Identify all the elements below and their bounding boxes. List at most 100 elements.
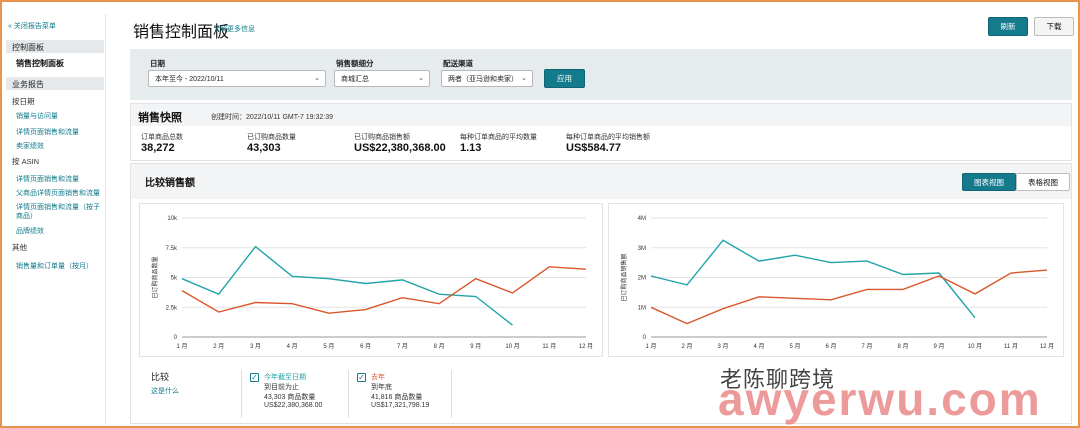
chevron-down-icon: ⌄	[521, 75, 527, 82]
sidebar-item-sales-traffic[interactable]: 销量与访问量	[16, 112, 104, 121]
filter-bar: 日期 本年至今 - 2022/10/11 ⌄ 销售额细分 商城汇总 ⌄ 配送渠道…	[130, 49, 1072, 100]
x-tick-label: 12 月	[579, 343, 593, 350]
chevron-down-icon: ⌄	[314, 75, 320, 82]
compare-title: 比较销售额	[145, 178, 195, 189]
sidebar-item-detail-page-sales[interactable]: 详情页面销售和流量	[16, 128, 104, 137]
breakdown-value: 商城汇总	[341, 76, 369, 83]
x-tick-label: 10 月	[505, 343, 519, 350]
series-line-0	[181, 245, 513, 326]
sidebar-group-other: 其他	[12, 243, 27, 252]
y-tick-label: 10k	[167, 216, 178, 222]
x-tick-label: 2 月	[213, 343, 224, 350]
x-tick-label: 9 月	[470, 343, 481, 350]
x-tick-label: 3 月	[250, 343, 261, 350]
snapshot-title: 销售快照	[138, 112, 182, 124]
x-tick-label: 11 月	[542, 343, 556, 350]
sidebar-item-brand-performance[interactable]: 品牌绩效	[16, 227, 104, 236]
chart-view-button[interactable]: 图表视图	[962, 173, 1016, 191]
learn-more-link[interactable]: 了解更多信息	[213, 24, 255, 34]
series-line-0	[650, 239, 976, 319]
x-tick-label: 2 月	[681, 343, 692, 350]
metric-label-avg-sales: 每种订单商品的平均销售额	[566, 134, 650, 141]
x-tick-label: 3 月	[717, 343, 728, 350]
x-tick-label: 1 月	[176, 343, 187, 350]
sidebar-section-dashboard[interactable]: 控制面板	[6, 40, 104, 53]
x-tick-label: 9 月	[933, 343, 944, 350]
this-year-checkbox[interactable]: ✓	[250, 373, 259, 382]
sidebar-section-business-reports[interactable]: 业务报告	[6, 77, 104, 90]
x-tick-label: 4 月	[753, 343, 764, 350]
x-tick-label: 8 月	[434, 343, 445, 350]
y-tick-label: 5k	[171, 276, 178, 282]
metric-label-total-orders: 订单商品总数	[141, 134, 183, 141]
close-report-menu-link[interactable]: « 关闭报告菜单	[8, 21, 56, 31]
date-range-select[interactable]: 本年至今 - 2022/10/11 ⌄	[148, 70, 326, 87]
snapshot-created-time: 创建时间：2022/10/11 GMT-7 19:32:39	[211, 114, 334, 121]
x-tick-label: 12 月	[1040, 343, 1054, 350]
y-tick-label: 2.5k	[166, 305, 178, 311]
date-range-value: 本年至今 - 2022/10/11	[155, 76, 224, 83]
sidebar-item-parent-detail-sales[interactable]: 父商品详情页面销售和流量	[16, 189, 104, 198]
metric-value-avg-sales: US$584.77	[566, 142, 622, 154]
x-tick-label: 7 月	[397, 343, 408, 350]
apply-button[interactable]: 应用	[544, 69, 585, 88]
channel-select[interactable]: 两者（亚马逊和卖家） ⌄	[441, 70, 533, 87]
series-line-1	[650, 269, 1048, 325]
y-axis-label: 已订购商品数量	[151, 256, 159, 298]
units-ordered-chart: 0 2.5k 5k 7.5k 10k 1 月 2 月 3 月 4 月 5 月 6 月 7 月 8 月 9 …	[139, 203, 603, 357]
legend-last-year-period: 到年底	[371, 384, 392, 391]
metric-label-ordered-sales: 已订购商品销售额	[354, 134, 410, 141]
units-ordered-chart-svg: 0 2.5k 5k 7.5k 10k 1 月 2 月 3 月 4 月 5 月 6 月 7 月 8 月 9 …	[151, 216, 593, 350]
sidebar-item-sales-orders-monthly[interactable]: 销售量和订单量（按月）	[16, 262, 104, 271]
breakdown-select[interactable]: 商城汇总 ⌄	[334, 70, 430, 87]
y-tick-label: 4M	[638, 216, 646, 222]
sidebar-item-sales-dashboard[interactable]: 销售控制面板	[6, 58, 104, 69]
y-tick-label: 7.5k	[166, 246, 178, 252]
x-tick-label: 5 月	[323, 343, 334, 350]
table-view-button[interactable]: 表格视图	[1016, 173, 1070, 191]
ordered-sales-chart-svg: 0 1M 2M 3M 4M 1 月 2 月 3 月 4 月 5 月 6 月 7 月 8 月 9 月 10 月…	[620, 216, 1054, 350]
legend-last-year-title: 去年	[371, 374, 385, 381]
last-year-checkbox[interactable]: ✓	[357, 373, 366, 382]
legend-this-year: ✓ 今年截至日期 到目前为止 43,303 商品数量 US$22,380,368…	[241, 370, 345, 418]
sidebar-item-asin-detail-sales[interactable]: 详情页面销售和流量	[16, 175, 104, 184]
refresh-button[interactable]: 刷新	[988, 17, 1028, 36]
channel-filter-label: 配送渠道	[443, 59, 473, 68]
chevron-down-icon: ⌄	[418, 75, 424, 82]
metric-label-units-ordered: 已订购商品数量	[247, 134, 296, 141]
y-tick-label: 3M	[638, 246, 646, 252]
date-filter-label: 日期	[150, 59, 165, 68]
metric-value-units-ordered: 43,303	[247, 142, 281, 154]
breakdown-filter-label: 销售额细分	[336, 59, 374, 68]
snapshot-header: 销售快照 创建时间：2022/10/11 GMT-7 19:32:39	[131, 104, 1071, 126]
sidebar-group-by-asin: 按 ASIN	[12, 157, 40, 166]
what-is-this-link[interactable]: 这是什么	[151, 386, 179, 396]
ordered-sales-chart: 0 1M 2M 3M 4M 1 月 2 月 3 月 4 月 5 月 6 月 7 月 8 月 9 月 10 月…	[608, 203, 1064, 357]
metric-value-avg-units: 1.13	[460, 142, 482, 154]
download-button[interactable]: 下载	[1034, 17, 1074, 36]
sidebar-item-seller-performance[interactable]: 卖家绩效	[16, 142, 104, 151]
x-tick-label: 4 月	[287, 343, 298, 350]
legend-last-year-units: 41,816 商品数量	[371, 394, 423, 401]
sales-snapshot-panel: 销售快照 创建时间：2022/10/11 GMT-7 19:32:39 订单商品…	[130, 103, 1072, 161]
legend-last-year: ✓ 去年 到年底 41,816 商品数量 US$17,321,798.19	[348, 370, 452, 418]
y-tick-label: 0	[643, 335, 647, 341]
compare-label: 比较	[151, 372, 170, 382]
x-tick-label: 1 月	[645, 343, 656, 350]
y-axis-label: 已订购商品销售额	[620, 253, 628, 301]
sidebar-item-child-detail-sales[interactable]: 详情页面销售和流量（按子商品）	[16, 203, 104, 221]
compare-header: 比较销售额 图表视图 表格视图	[131, 164, 1071, 199]
report-sidebar: « 关闭报告菜单 控制面板 销售控制面板 业务报告 按日期 销量与访问量 详情页…	[4, 14, 106, 424]
y-tick-label: 1M	[638, 305, 646, 311]
x-tick-label: 7 月	[861, 343, 872, 350]
y-tick-label: 2M	[638, 276, 646, 282]
x-tick-label: 8 月	[897, 343, 908, 350]
metric-value-total-orders: 38,272	[141, 142, 175, 154]
legend-last-year-sales: US$17,321,798.19	[371, 402, 430, 409]
metric-label-avg-units: 每种订单商品的平均数量	[460, 134, 537, 141]
x-tick-label: 5 月	[789, 343, 800, 350]
x-tick-label: 6 月	[825, 343, 836, 350]
sidebar-group-by-date: 按日期	[12, 97, 35, 106]
legend-this-year-units: 43,303 商品数量	[264, 394, 316, 401]
x-tick-label: 10 月	[968, 343, 982, 350]
